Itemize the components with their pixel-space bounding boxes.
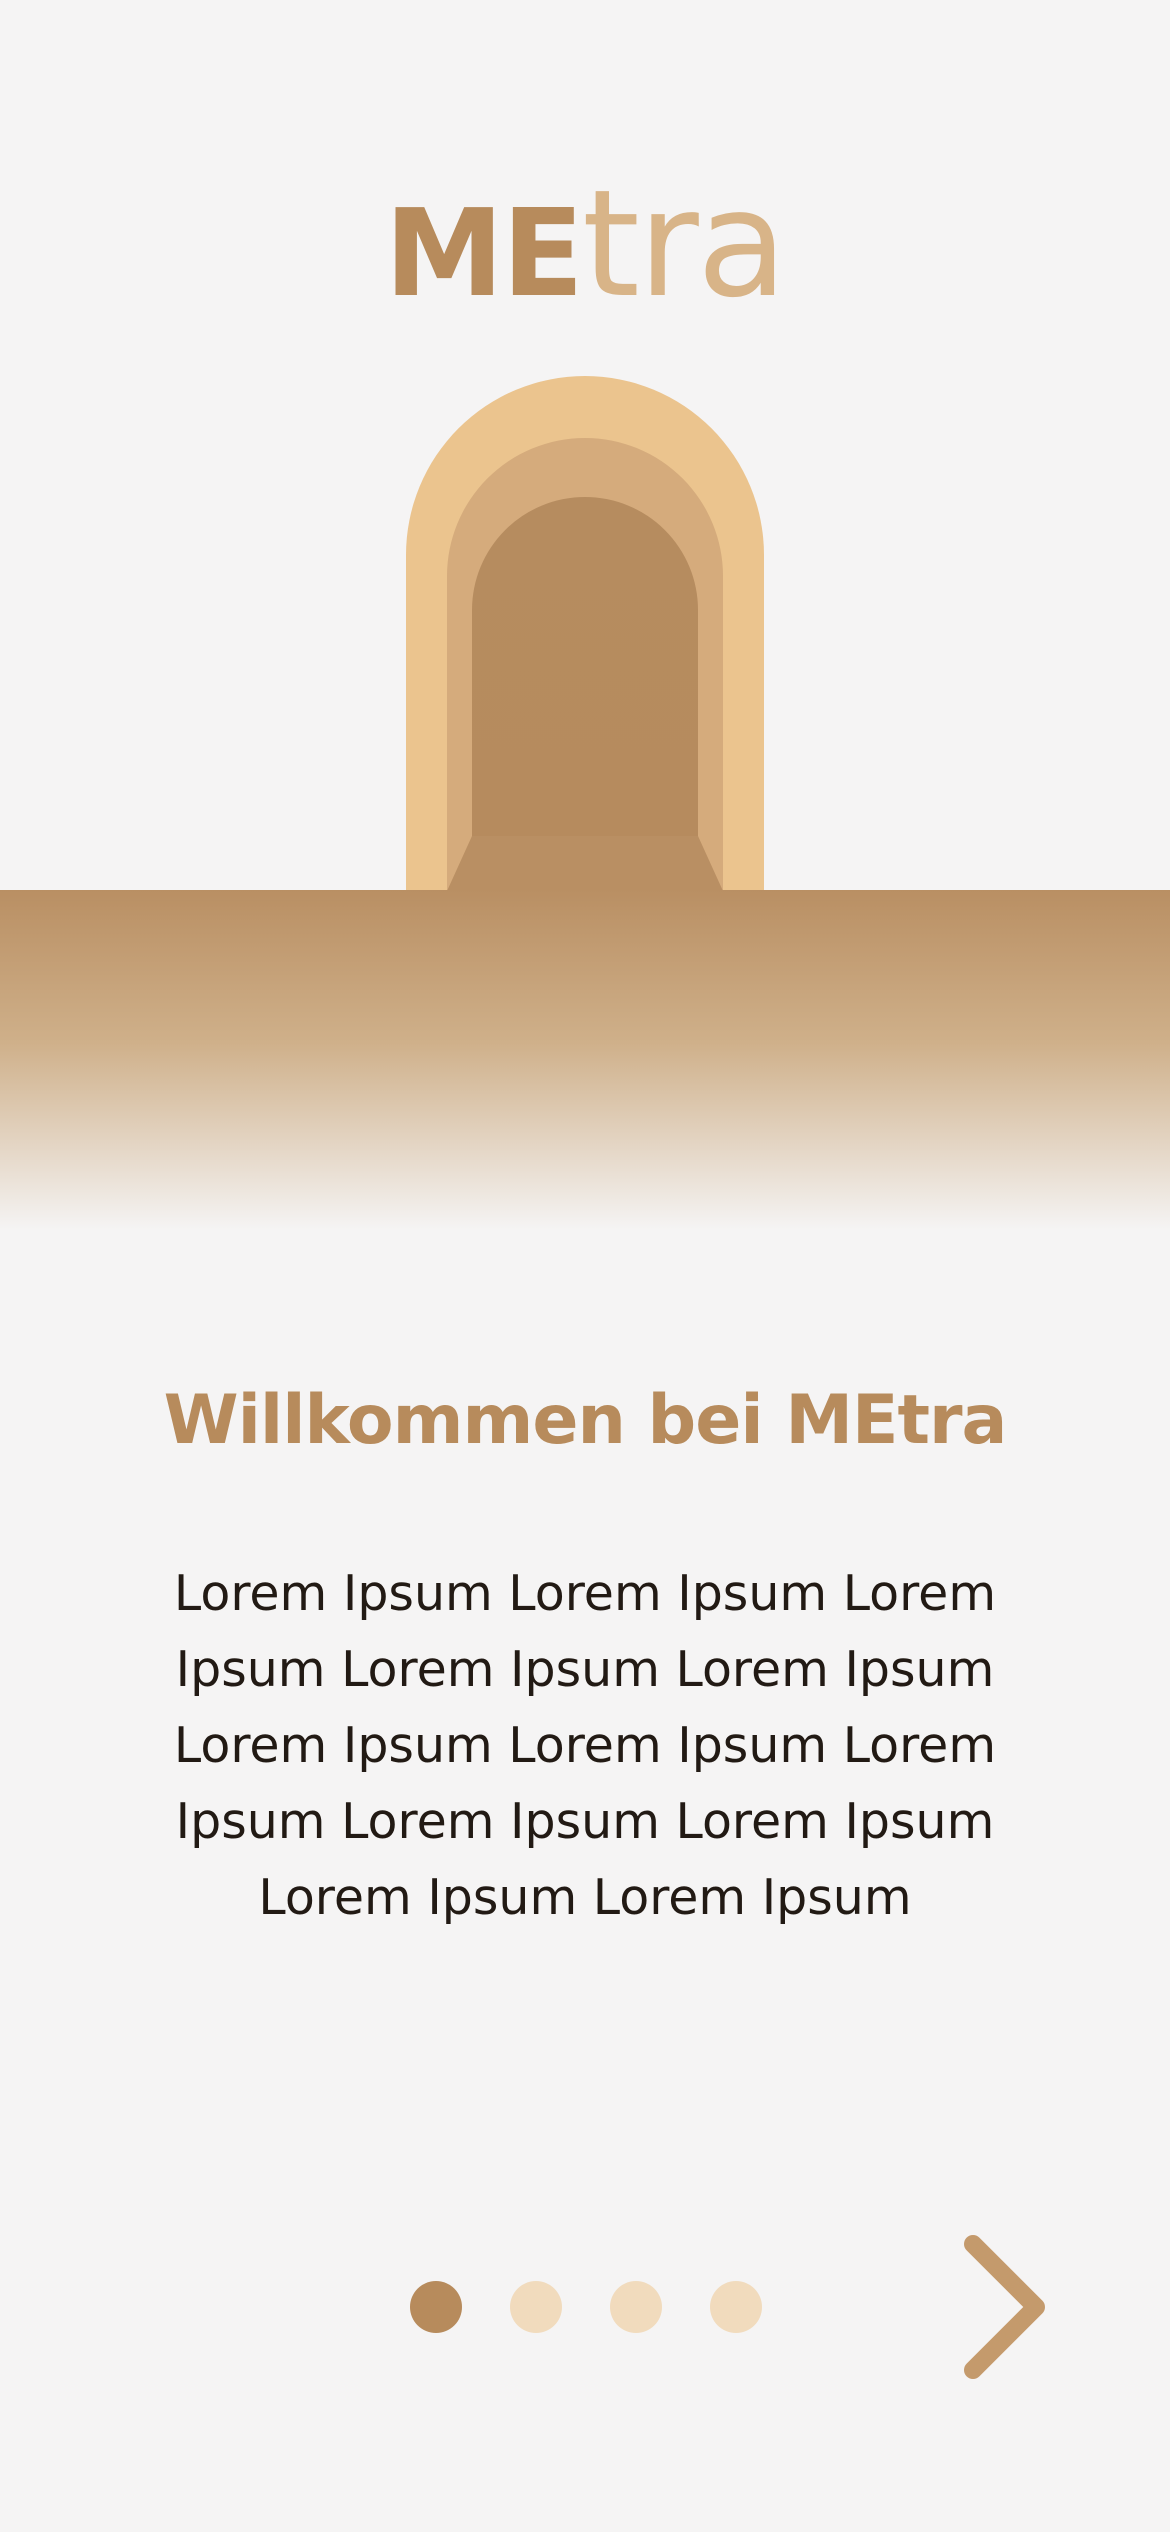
logo-strong-text: ME	[384, 185, 584, 324]
page-dot-1-active[interactable]	[410, 2281, 462, 2333]
metra-logo: MEtra	[0, 170, 1170, 318]
welcome-body-text: Lorem Ipsum Lorem Ipsum Lorem Ipsum Lore…	[173, 1565, 997, 1926]
archway-illustration	[0, 360, 1170, 1280]
chevron-right-icon	[964, 2235, 1045, 2379]
floor-band	[0, 890, 1170, 1230]
welcome-screen: MEtra Willkommen bei MEtra Lorem Ipsum L…	[0, 0, 1170, 2532]
page-indicator	[410, 2281, 762, 2333]
next-button[interactable]	[950, 2230, 1070, 2380]
arch-floor	[447, 836, 723, 891]
page-dot-3[interactable]	[610, 2281, 662, 2333]
page-dot-4[interactable]	[710, 2281, 762, 2333]
logo-light-text: tra	[581, 158, 788, 330]
arch-inner	[472, 497, 698, 837]
welcome-title: Willkommen bei MEtra	[163, 1381, 1008, 1460]
page-dot-2[interactable]	[510, 2281, 562, 2333]
